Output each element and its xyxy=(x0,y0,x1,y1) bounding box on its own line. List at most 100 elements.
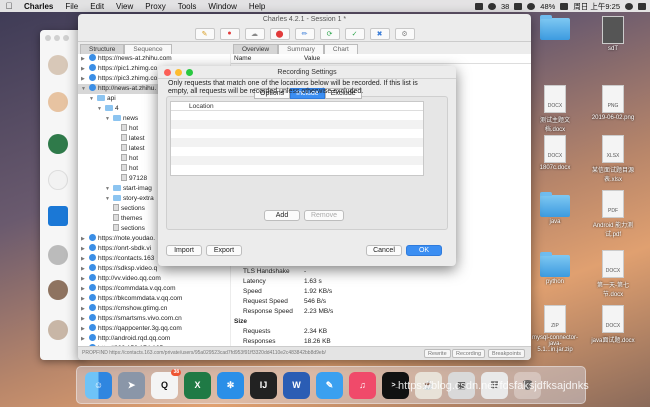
tree-row[interactable]: ▶ https://commdata.v.qq.com xyxy=(78,284,230,294)
excel-icon[interactable]: X xyxy=(184,371,211,399)
overview-row[interactable]: Speed 1.92 KB/s xyxy=(231,287,531,297)
tray-wifi-icon[interactable] xyxy=(527,2,536,10)
disclosure-triangle-icon[interactable]: ▼ xyxy=(97,104,105,114)
menu-view[interactable]: View xyxy=(110,2,139,11)
overview-row[interactable]: TLS Handshake - xyxy=(231,267,531,277)
tree-row[interactable]: ▶ https://news-at.zhihu.com xyxy=(78,54,230,64)
broom-icon[interactable]: ✎ xyxy=(194,27,215,40)
recording-button[interactable]: Recording xyxy=(452,349,486,358)
disclosure-triangle-icon[interactable]: ▶ xyxy=(81,64,89,74)
breakpoint-icon[interactable]: ⬤ xyxy=(269,27,290,40)
tray-bell-icon[interactable] xyxy=(514,2,523,10)
overview-row[interactable]: Request Speed 546 B/s xyxy=(231,297,531,307)
menu-tools[interactable]: Tools xyxy=(172,2,203,11)
cancel-button[interactable]: Cancel xyxy=(366,245,402,256)
avatar[interactable] xyxy=(48,134,68,154)
disclosure-triangle-icon[interactable]: ▶ xyxy=(81,304,89,314)
desktop-file-xlsx[interactable]: XLSX 某信面试题目源表.xlsx xyxy=(590,135,636,183)
desktop-file-pdf[interactable]: PDF Android 能力测试.pdf xyxy=(590,190,636,238)
overview-section-row[interactable]: Size xyxy=(231,317,531,327)
menu-window[interactable]: Window xyxy=(202,2,242,11)
avatar[interactable] xyxy=(48,92,68,112)
tree-row[interactable]: ▶ https://bkcommdata.v.qq.com xyxy=(78,294,230,304)
column-name[interactable]: Name xyxy=(234,55,251,62)
remove-button[interactable]: Remove xyxy=(304,210,344,221)
disclosure-triangle-icon[interactable]: ▼ xyxy=(105,184,113,194)
tree-row[interactable]: ▶ https://qappcenter.3g.qq.com xyxy=(78,324,230,334)
desktop-file-lesson[interactable]: DOCX 第一天-第七节.docx xyxy=(590,250,636,298)
add-button[interactable]: Add xyxy=(264,210,300,221)
disclosure-triangle-icon[interactable]: ▶ xyxy=(81,314,89,324)
word-icon[interactable]: W xyxy=(283,371,310,399)
menu-app-name[interactable]: Charles xyxy=(18,2,59,11)
launchpad-rocket-icon[interactable]: ➤ xyxy=(118,371,145,399)
throttle-icon[interactable]: ☁ xyxy=(244,27,265,40)
desktop-file-zip[interactable]: ZIP mysql-connector-java-5.1...in.jar.zip xyxy=(532,305,578,353)
menu-file[interactable]: File xyxy=(59,2,84,11)
disclosure-triangle-icon[interactable]: ▶ xyxy=(81,244,89,254)
compose-icon[interactable]: ✏ xyxy=(294,27,315,40)
qq-penguin-icon[interactable]: Q 38 xyxy=(151,368,181,399)
avatar[interactable] xyxy=(48,280,68,300)
music-icon[interactable]: ♫ xyxy=(349,371,376,399)
disclosure-triangle-icon[interactable]: ▶ xyxy=(81,294,89,304)
avatar[interactable] xyxy=(48,55,68,75)
desktop-folder-java[interactable]: java xyxy=(532,192,578,225)
settings-icon[interactable]: ⚙ xyxy=(394,27,415,40)
intellij-icon[interactable]: IJ xyxy=(250,371,277,399)
validate-icon[interactable]: ✓ xyxy=(344,27,365,40)
close-icon[interactable] xyxy=(164,69,171,76)
disclosure-triangle-icon[interactable]: ▶ xyxy=(81,54,89,64)
desktop-file-docx[interactable]: DOCX 测试主题文档.docx xyxy=(532,85,578,133)
avatar[interactable] xyxy=(48,320,68,340)
disclosure-triangle-icon[interactable]: ▶ xyxy=(81,254,89,264)
desktop-file-sdt[interactable]: sdT xyxy=(590,16,636,52)
desktop-file-1807c[interactable]: DOCX 1807c.docx xyxy=(532,135,578,171)
spotlight-icon[interactable] xyxy=(625,2,633,10)
tools-icon[interactable]: ✖ xyxy=(369,27,390,40)
repeat-icon[interactable]: ⟳ xyxy=(319,27,340,40)
tree-row[interactable]: ▶ https://smartsms.vivo.com.cn xyxy=(78,314,230,324)
menu-help[interactable]: Help xyxy=(243,2,271,11)
qq-penguin-icon[interactable] xyxy=(48,170,68,190)
import-button[interactable]: Import xyxy=(166,245,202,256)
disclosure-triangle-icon[interactable]: ▼ xyxy=(105,194,113,204)
avatar[interactable] xyxy=(48,245,68,265)
ok-button[interactable]: OK xyxy=(406,245,442,256)
disclosure-triangle-icon[interactable]: ▼ xyxy=(89,94,97,104)
disclosure-triangle-icon[interactable]: ▶ xyxy=(81,264,89,274)
safari-compass-icon[interactable]: ✼ xyxy=(217,371,244,399)
zoom-icon[interactable] xyxy=(186,69,193,76)
desktop-file-png[interactable]: PNG 2019-06-02.png xyxy=(590,85,636,121)
breakpoints-button[interactable]: Breakpoints xyxy=(488,349,526,358)
tree-row[interactable]: ▶ http://android.rqd.qq.com xyxy=(78,334,230,344)
column-location[interactable]: Location xyxy=(171,102,423,111)
tree-row[interactable]: ▶ http://vv.video.qq.com xyxy=(78,274,230,284)
disclosure-triangle-icon[interactable]: ▶ xyxy=(81,324,89,334)
desktop-file-java-interview[interactable]: DOCX java面试题.docx xyxy=(590,305,636,344)
menu-edit[interactable]: Edit xyxy=(84,2,110,11)
disclosure-triangle-icon[interactable]: ▼ xyxy=(81,84,89,94)
app-icon[interactable] xyxy=(48,206,68,226)
desktop-folder-python[interactable]: python xyxy=(532,252,578,285)
disclosure-triangle-icon[interactable]: ▶ xyxy=(81,334,89,344)
tray-record-icon[interactable] xyxy=(487,2,496,10)
tray-app-icon[interactable] xyxy=(474,2,483,10)
desktop-folder[interactable] xyxy=(532,15,578,42)
notes-pen-icon[interactable]: ✎ xyxy=(316,371,343,399)
battery-icon[interactable] xyxy=(560,2,569,10)
disclosure-triangle-icon[interactable]: ▶ xyxy=(81,234,89,244)
location-table[interactable]: Location xyxy=(170,101,424,176)
disclosure-triangle-icon[interactable]: ▶ xyxy=(81,284,89,294)
tree-row[interactable]: ▶ https://cmshow.gtimg.cn xyxy=(78,304,230,314)
record-icon[interactable]: ● xyxy=(219,27,240,40)
minimize-icon[interactable] xyxy=(175,69,182,76)
overview-row[interactable]: Latency 1.63 s xyxy=(231,277,531,287)
rewrite-button[interactable]: Rewrite xyxy=(424,349,451,358)
menubar-clock[interactable]: 周日 上午9:25 xyxy=(573,1,620,12)
apple-icon[interactable]:  xyxy=(0,1,18,11)
overview-row[interactable]: Response Speed 2.23 MB/s xyxy=(231,307,531,317)
disclosure-triangle-icon[interactable]: ▶ xyxy=(81,274,89,284)
menu-proxy[interactable]: Proxy xyxy=(139,2,171,11)
disclosure-triangle-icon[interactable]: ▼ xyxy=(105,114,113,124)
